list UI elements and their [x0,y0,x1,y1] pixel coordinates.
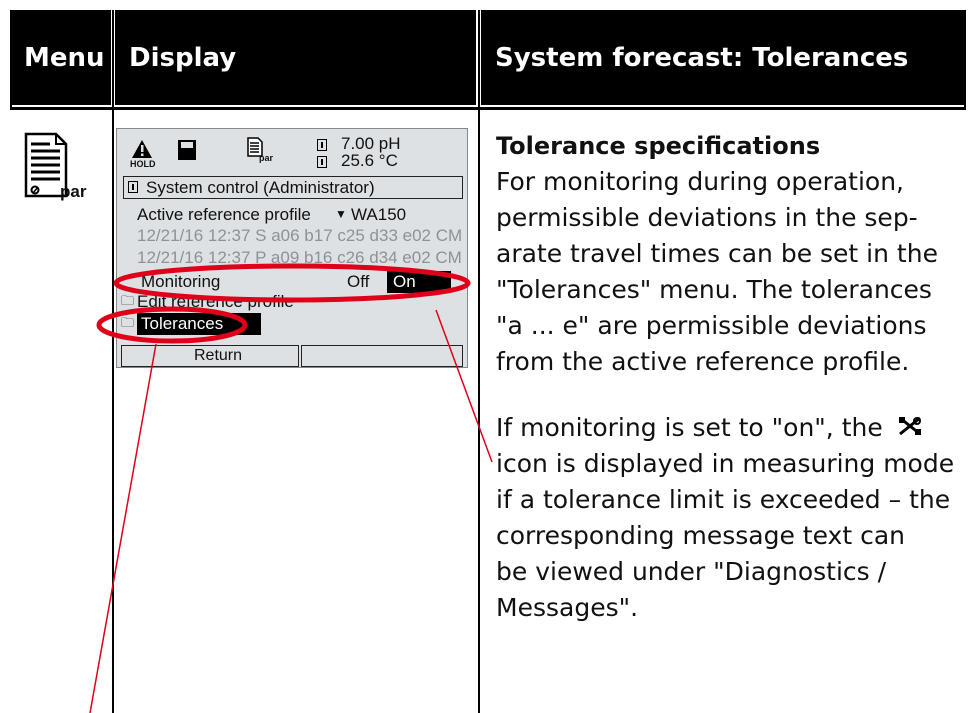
tolerances-highlight-ellipse [96,306,248,344]
content-line: Messages". [496,593,639,622]
callout-line-tolerances [89,343,157,713]
content-line: For monitoring during operation, [496,167,905,196]
content-line: from the active reference profile. [496,347,910,376]
content-line: corresponding message text can [496,521,905,550]
content-line: "Tolerances" menu. The tolerances [496,275,932,304]
content-heading: Tolerance specifications [496,132,821,160]
content-line: "a ... e" are permissible deviations [496,311,927,340]
content-line: If monitoring is set to "on", the [496,410,923,447]
content-line: permissible deviations in the sep- [496,203,918,232]
content-line: be viewed under "Diagnostics / [496,557,887,586]
content-line: icon is displayed in measuring mode [496,449,955,478]
content-line: arate travel times can be set in the [496,239,938,268]
callout-line-monitoring [435,309,493,463]
content-line-text: If monitoring is set to "on", the [496,413,883,442]
tolerance-warning-icon [897,411,923,447]
content-line: if a tolerance limit is exceeded – the [496,485,951,514]
monitoring-highlight-ellipse [113,263,471,303]
